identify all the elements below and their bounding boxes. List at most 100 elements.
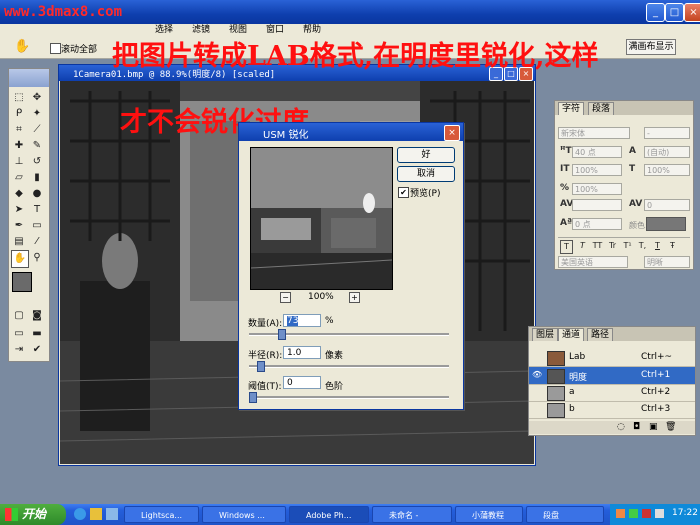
- tab-paragraph[interactable]: 段落: [588, 102, 615, 115]
- threshold-field[interactable]: 0: [283, 376, 321, 389]
- horizontal-scale-field[interactable]: 100%: [644, 164, 690, 176]
- font-size-field[interactable]: 40 点: [572, 146, 622, 158]
- task-windows[interactable]: Windows ...: [202, 506, 286, 523]
- tab-channels[interactable]: 通道: [558, 328, 585, 341]
- zoom-in-button[interactable]: +: [349, 292, 360, 303]
- tray-icon-2[interactable]: [629, 509, 638, 518]
- task-lightscape[interactable]: Lightsca...: [124, 506, 199, 523]
- preview-checkbox[interactable]: ✔: [398, 187, 409, 198]
- radius-slider-thumb[interactable]: [256, 361, 265, 372]
- move-tool-icon[interactable]: ✥: [29, 90, 45, 106]
- pen-tool-icon[interactable]: ✒: [11, 218, 27, 234]
- scroll-all-checkbox[interactable]: [50, 43, 61, 54]
- close-button[interactable]: ×: [684, 3, 700, 22]
- fit-screen-button[interactable]: 满画布显示: [626, 39, 676, 55]
- tray-icon-3[interactable]: [642, 509, 651, 518]
- kerning-field[interactable]: [572, 199, 622, 211]
- style-superscript[interactable]: T¹: [622, 240, 633, 252]
- task-untitled[interactable]: 未命名 -: [372, 506, 452, 523]
- amount-slider-thumb[interactable]: [278, 329, 287, 340]
- style-small-caps[interactable]: Tr: [607, 240, 618, 252]
- font-style-select[interactable]: -: [644, 127, 690, 139]
- antialias-select[interactable]: 明晰: [644, 256, 690, 268]
- channel-row-b[interactable]: b Ctrl+3: [529, 401, 695, 419]
- eyedropper-icon[interactable]: ⁄: [29, 234, 45, 250]
- leading-field[interactable]: (自动): [644, 146, 690, 158]
- channel-row-lightness[interactable]: 👁 明度 Ctrl+1: [529, 367, 695, 385]
- maximize-button[interactable]: □: [665, 3, 684, 22]
- path-select-icon[interactable]: ➤: [11, 202, 27, 218]
- zoom-tool-icon[interactable]: ⚲: [29, 250, 45, 266]
- task-photoshop[interactable]: Adobe Ph...: [289, 506, 369, 523]
- cancel-button[interactable]: 取消: [397, 166, 455, 182]
- load-selection-icon[interactable]: ◌: [617, 422, 625, 432]
- filter-preview[interactable]: [250, 147, 393, 290]
- channel-row-lab[interactable]: Lab Ctrl+~: [529, 349, 695, 367]
- blur-tool-icon[interactable]: ◆: [11, 186, 27, 202]
- tracking-field[interactable]: 0: [644, 199, 690, 211]
- threshold-slider-track[interactable]: [249, 396, 449, 399]
- threshold-slider-thumb[interactable]: [249, 392, 257, 403]
- quick-mask-icon[interactable]: ◙: [29, 308, 45, 324]
- quicklaunch-ie-icon[interactable]: [74, 508, 86, 520]
- dialog-close-icon[interactable]: ×: [444, 125, 460, 141]
- tsume-field[interactable]: 100%: [572, 183, 622, 195]
- shape-tool-icon[interactable]: ▭: [29, 218, 45, 234]
- delete-channel-icon[interactable]: 🗑: [665, 422, 676, 432]
- history-brush-icon[interactable]: ↺: [29, 154, 45, 170]
- quicklaunch-folder-icon[interactable]: [90, 508, 102, 520]
- brush-tool-icon[interactable]: ✎: [29, 138, 45, 154]
- channel-row-a[interactable]: a Ctrl+2: [529, 384, 695, 402]
- slice-tool-icon[interactable]: ⟋: [29, 122, 45, 138]
- hand-tool-box-icon[interactable]: ✋: [11, 250, 29, 268]
- type-tool-icon[interactable]: T: [29, 202, 45, 218]
- language-select[interactable]: 美国英语: [558, 256, 628, 268]
- font-family-select[interactable]: 新宋体: [558, 127, 630, 139]
- imageready-icon[interactable]: ✔: [29, 342, 45, 358]
- tab-character[interactable]: 字符: [558, 102, 585, 115]
- visibility-icon[interactable]: [532, 387, 542, 397]
- save-selection-icon[interactable]: ◘: [633, 422, 640, 432]
- hand-tool-icon[interactable]: ✋: [14, 39, 30, 54]
- clone-stamp-icon[interactable]: ⊥: [11, 154, 27, 170]
- tab-paths[interactable]: 路径: [587, 328, 614, 341]
- volume-icon[interactable]: [655, 509, 664, 518]
- foreground-color-swatch[interactable]: [12, 272, 32, 292]
- quicklaunch-desktop-icon[interactable]: [106, 508, 118, 520]
- tab-layers[interactable]: 图层: [532, 328, 559, 341]
- style-all-caps[interactable]: TT: [592, 240, 603, 252]
- magic-wand-icon[interactable]: ✦: [29, 106, 45, 122]
- tray-icon-1[interactable]: [616, 509, 625, 518]
- visibility-icon[interactable]: [532, 352, 542, 362]
- visibility-icon[interactable]: [532, 404, 542, 414]
- dodge-tool-icon[interactable]: ●: [29, 186, 45, 202]
- zoom-out-button[interactable]: −: [280, 292, 291, 303]
- style-strikethrough[interactable]: Ŧ: [667, 240, 678, 252]
- minimize-button[interactable]: _: [646, 3, 665, 22]
- fullscreen-mode-icon[interactable]: ▬: [29, 326, 45, 342]
- amount-field[interactable]: 73: [283, 314, 321, 327]
- screen-mode-icon[interactable]: ▭: [11, 326, 27, 342]
- text-color-swatch[interactable]: [646, 217, 686, 231]
- radius-slider-track[interactable]: [249, 365, 449, 368]
- crop-tool-icon[interactable]: ⌗: [11, 122, 27, 138]
- eraser-tool-icon[interactable]: ▱: [11, 170, 27, 186]
- standard-mode-icon[interactable]: ▢: [11, 308, 27, 324]
- vertical-scale-field[interactable]: 100%: [572, 164, 622, 176]
- marquee-tool-icon[interactable]: ⬚: [11, 90, 27, 106]
- style-bold[interactable]: T: [560, 240, 573, 254]
- jump-to-icon[interactable]: ⇥: [11, 342, 27, 358]
- new-channel-icon[interactable]: ▣: [649, 422, 658, 432]
- radius-field[interactable]: 1.0: [283, 346, 321, 359]
- lasso-tool-icon[interactable]: ᑭ: [11, 106, 27, 122]
- style-underline[interactable]: T: [652, 240, 663, 252]
- style-italic[interactable]: T: [577, 240, 588, 252]
- gradient-tool-icon[interactable]: ▮: [29, 170, 45, 186]
- ok-button[interactable]: 好: [397, 147, 455, 163]
- notes-tool-icon[interactable]: ▤: [11, 234, 27, 250]
- eye-icon[interactable]: 👁: [532, 370, 542, 380]
- task-drive[interactable]: 段盘: [526, 506, 604, 523]
- task-tutorial[interactable]: 小蒲教程: [455, 506, 523, 523]
- baseline-field[interactable]: 0 点: [572, 218, 622, 230]
- style-subscript[interactable]: T,: [637, 240, 648, 252]
